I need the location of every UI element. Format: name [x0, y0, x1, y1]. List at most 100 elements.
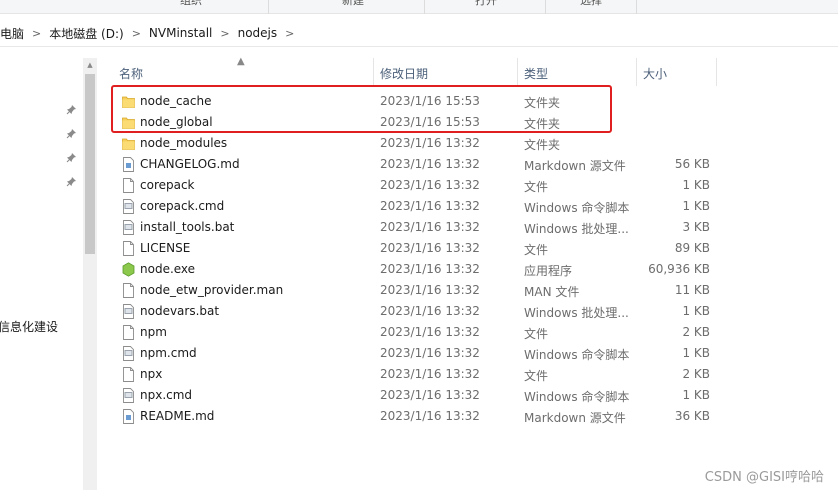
script-icon [122, 346, 135, 361]
file-name: npm [140, 325, 167, 339]
watermark: CSDN @GISI哼哈哈 [704, 470, 824, 485]
ribbon-group-strip: 组织 新建 打开 选择 [0, 0, 838, 14]
scrollbar-thumb[interactable] [85, 74, 95, 254]
file-row[interactable]: corepack 2023/1/16 13:32 文件 1 KB [103, 175, 718, 196]
column-header-name[interactable]: 名称 [119, 65, 143, 82]
file-row[interactable]: LICENSE 2023/1/16 13:32 文件 89 KB [103, 238, 718, 259]
nav-scrollbar[interactable]: ▲ [83, 58, 97, 490]
file-modified-date: 2023/1/16 13:32 [380, 157, 480, 171]
column-divider[interactable] [373, 58, 374, 86]
ribbon-group-new: 新建 [342, 0, 364, 7]
chevron-right-icon[interactable]: > [132, 27, 141, 40]
file-size: 1 KB [682, 388, 710, 402]
file-row[interactable]: npm 2023/1/16 13:32 文件 2 KB [103, 322, 718, 343]
file-modified-date: 2023/1/16 13:32 [380, 409, 480, 423]
file-size: 2 KB [682, 325, 710, 339]
nav-item-label[interactable]: 信息化建设 [0, 318, 58, 335]
column-divider[interactable] [716, 58, 717, 86]
breadcrumb-this-pc[interactable]: 此电脑 [0, 25, 24, 42]
file-icon [122, 241, 135, 256]
file-row[interactable]: npx.cmd 2023/1/16 13:32 Windows 命令脚本 1 KB [103, 385, 718, 406]
file-type: Windows 命令脚本 [524, 390, 630, 404]
file-name: npm.cmd [140, 346, 197, 360]
pin-icon[interactable] [66, 104, 78, 116]
breadcrumb-nvminstall[interactable]: NVMinstall [149, 26, 212, 40]
file-type: 文件 [524, 243, 549, 257]
file-modified-date: 2023/1/16 13:32 [380, 283, 480, 297]
file-row[interactable]: npm.cmd 2023/1/16 13:32 Windows 命令脚本 1 KB [103, 343, 718, 364]
file-modified-date: 2023/1/16 13:32 [380, 262, 480, 276]
file-type: Windows 批处理... [524, 222, 629, 236]
file-name: corepack.cmd [140, 199, 225, 213]
file-type: Markdown 源文件 [524, 159, 626, 173]
scroll-up-icon[interactable]: ▲ [83, 60, 97, 70]
file-modified-date: 2023/1/16 13:32 [380, 367, 480, 381]
ribbon-divider [545, 0, 546, 14]
file-name: CHANGELOG.md [140, 157, 240, 171]
file-row[interactable]: corepack.cmd 2023/1/16 13:32 Windows 命令脚本 1… [103, 196, 718, 217]
file-row[interactable]: node.exe 2023/1/16 13:32 应用程序 60,936 KB [103, 259, 718, 280]
breadcrumb-nodejs[interactable]: nodejs [238, 26, 278, 40]
breadcrumb-drive-d[interactable]: 本地磁盘 (D:) [49, 25, 123, 42]
chevron-right-icon[interactable]: > [220, 27, 229, 40]
file-size: 1 KB [682, 199, 710, 213]
pin-icon[interactable] [66, 128, 78, 140]
ribbon-group-open: 打开 [475, 0, 497, 7]
file-type: 应用程序 [524, 264, 573, 278]
file-type: Windows 命令脚本 [524, 201, 630, 215]
file-row[interactable]: README.md 2023/1/16 13:32 Markdown 源文件 36 K… [103, 406, 718, 427]
node-exe-icon [122, 262, 135, 277]
file-modified-date: 2023/1/16 13:32 [380, 388, 480, 402]
column-divider[interactable] [517, 58, 518, 86]
file-row[interactable]: node_etw_provider.man 2023/1/16 13:32 MAN … [103, 280, 718, 301]
ribbon-divider [636, 0, 637, 14]
pin-icon[interactable] [66, 152, 78, 164]
file-name: npx [140, 367, 163, 381]
column-header-date[interactable]: 修改日期 [380, 65, 428, 82]
script-icon [122, 199, 135, 214]
file-size: 2 KB [682, 367, 710, 381]
pin-icon[interactable] [66, 176, 78, 188]
sort-ascending-icon: ▲ [237, 56, 245, 67]
file-name: install_tools.bat [140, 220, 235, 234]
file-row[interactable]: install_tools.bat 2023/1/16 13:32 Windows … [103, 217, 718, 238]
ribbon-divider [268, 0, 269, 14]
file-modified-date: 2023/1/16 13:32 [380, 220, 480, 234]
file-name: node_modules [140, 136, 228, 150]
file-row[interactable]: node_modules 2023/1/16 13:32 文件夹 [103, 133, 718, 154]
file-type: 文件 [524, 327, 549, 341]
file-type: Markdown 源文件 [524, 411, 626, 425]
file-size: 1 KB [682, 346, 710, 360]
script-icon [122, 220, 135, 235]
file-type: 文件 [524, 369, 549, 383]
file-modified-date: 2023/1/16 13:32 [380, 346, 480, 360]
file-icon [122, 325, 135, 340]
column-header-type[interactable]: 类型 [524, 65, 548, 82]
column-header-row: ▲ 名称 修改日期 类型 大小 [103, 56, 838, 86]
file-icon [122, 367, 135, 382]
chevron-right-icon[interactable]: > [32, 27, 41, 40]
file-type: Windows 批处理... [524, 306, 629, 320]
file-size: 1 KB [682, 304, 710, 318]
address-bar[interactable]: 此电脑 > 本地磁盘 (D:) > NVMinstall > nodejs > [0, 20, 838, 47]
ribbon-divider [424, 0, 425, 14]
file-name: npx.cmd [140, 388, 193, 402]
column-divider[interactable] [636, 58, 637, 86]
file-size: 3 KB [682, 220, 710, 234]
file-name: corepack [140, 178, 195, 192]
file-icon [122, 178, 135, 193]
file-modified-date: 2023/1/16 13:32 [380, 241, 480, 255]
file-name: LICENSE [140, 241, 191, 255]
file-row[interactable]: nodevars.bat 2023/1/16 13:32 Windows 批处理..… [103, 301, 718, 322]
column-header-size[interactable]: 大小 [643, 65, 667, 82]
file-size: 11 KB [674, 283, 710, 297]
file-type: 文件 [524, 180, 549, 194]
file-name: node.exe [140, 262, 196, 276]
file-modified-date: 2023/1/16 13:32 [380, 136, 480, 150]
file-size: 60,936 KB [648, 262, 710, 276]
chevron-right-icon[interactable]: > [285, 27, 294, 40]
file-modified-date: 2023/1/16 13:32 [380, 199, 480, 213]
markdown-file-icon [122, 409, 135, 424]
file-row[interactable]: npx 2023/1/16 13:32 文件 2 KB [103, 364, 718, 385]
file-row[interactable]: CHANGELOG.md 2023/1/16 13:32 Markdown 源文件 5… [103, 154, 718, 175]
